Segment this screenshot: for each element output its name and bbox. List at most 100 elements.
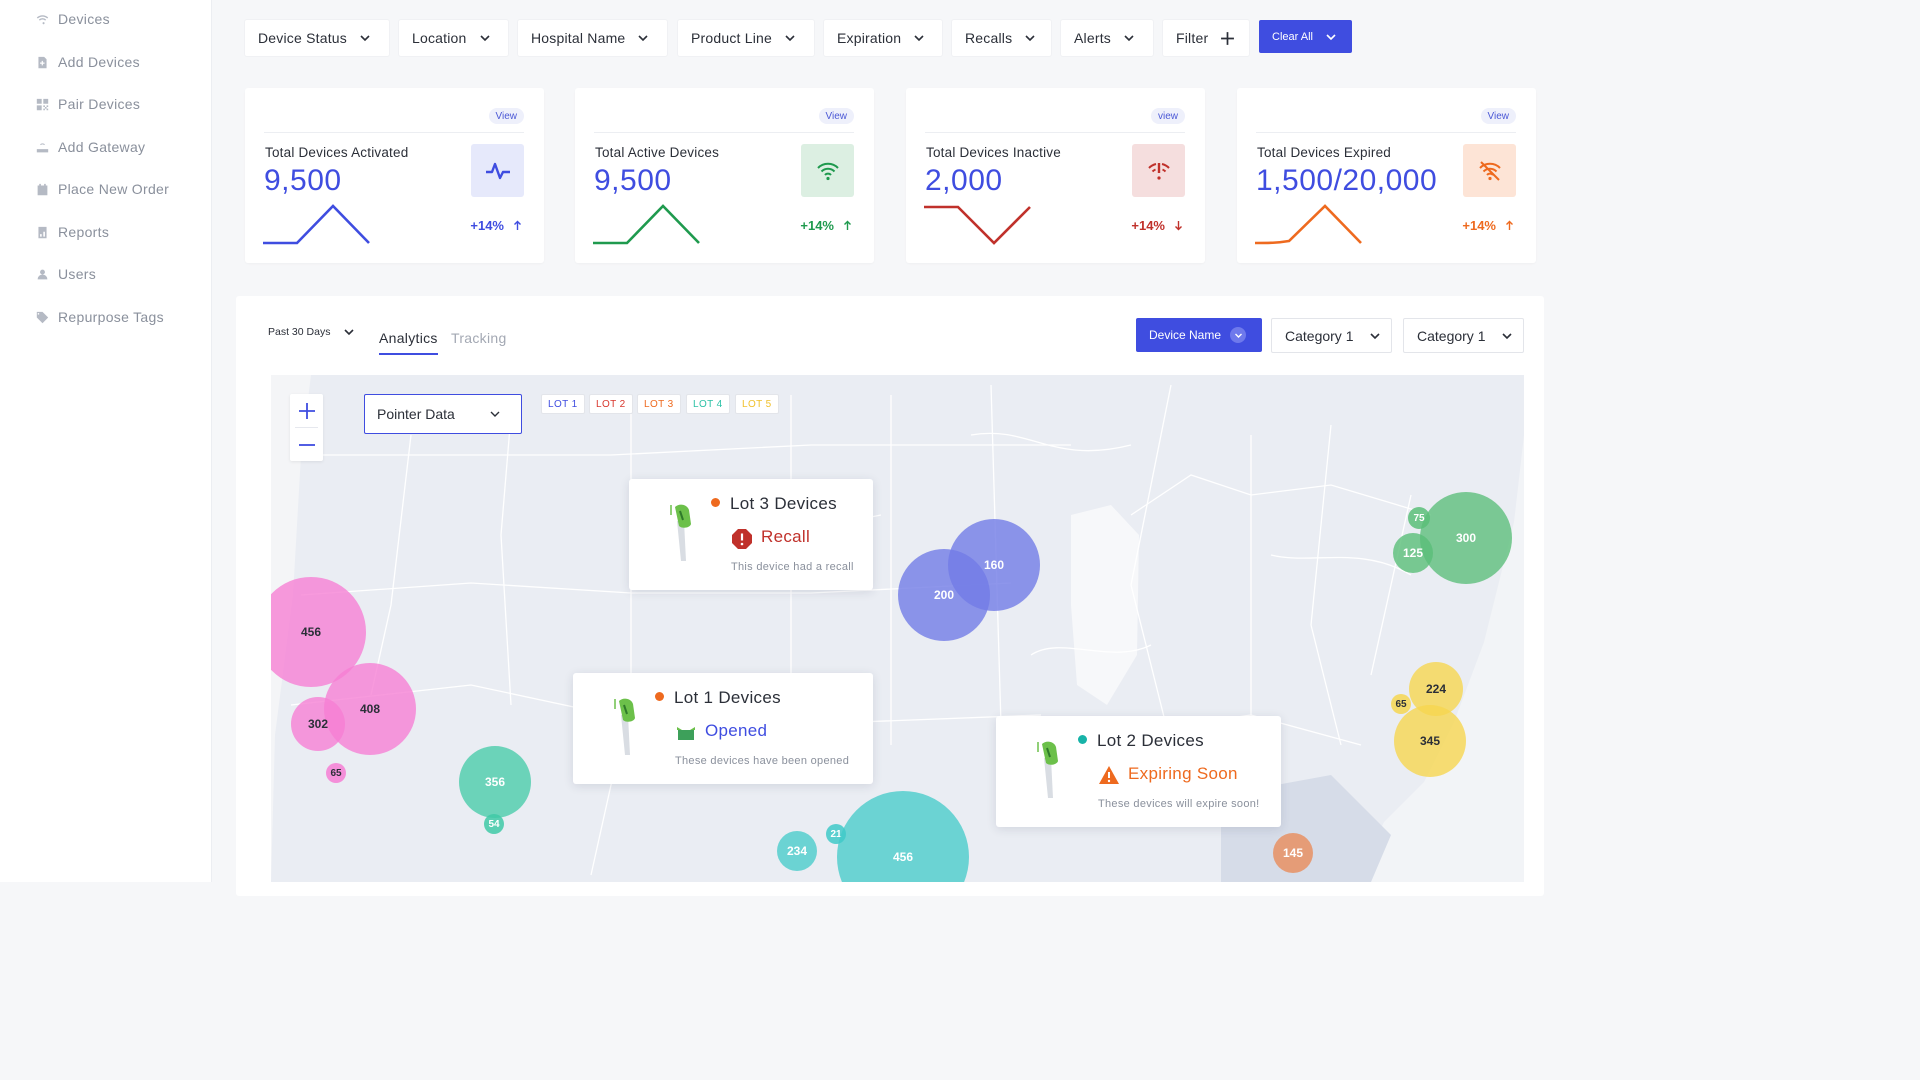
arrow-up-icon xyxy=(844,220,851,230)
map-bubble[interactable]: 234 xyxy=(777,831,817,871)
tab-analytics[interactable]: Analytics xyxy=(379,330,438,355)
arrow-down-icon xyxy=(1175,221,1182,231)
chevron-down-icon xyxy=(344,329,355,336)
users-icon xyxy=(37,269,48,279)
map-bubble[interactable]: 160 xyxy=(948,519,1040,611)
sidebar-item-label: Add Devices xyxy=(58,54,140,70)
map-bubble[interactable]: 345 xyxy=(1394,705,1466,777)
map-bubble[interactable]: 145 xyxy=(1273,833,1313,873)
sidebar-item-label: Users xyxy=(58,266,97,282)
chevron-down-icon xyxy=(490,411,500,417)
lot-chip-5[interactable]: LOT 5 xyxy=(735,394,779,414)
map-bubble[interactable]: 300 xyxy=(1420,492,1512,584)
filter-label: Hospital Name xyxy=(531,30,626,46)
sidebar-item-place-new-order[interactable]: Place New Order xyxy=(36,177,169,201)
clear-all-button[interactable]: Clear All xyxy=(1259,20,1352,53)
zoom-in-button[interactable] xyxy=(290,394,323,427)
category-select-1[interactable]: Category 1 xyxy=(1271,318,1392,353)
sidebar-item-users[interactable]: Users xyxy=(36,262,96,286)
clear-all-label: Clear All xyxy=(1272,30,1313,43)
sidebar-item-reports[interactable]: Reports xyxy=(36,220,109,244)
filter-add-button[interactable]: Filter xyxy=(1163,20,1249,56)
filter-label: Location xyxy=(412,30,467,46)
stat-icon-box xyxy=(471,144,524,197)
wifi-off-icon xyxy=(1478,160,1501,181)
sidebar-item-label: Repurpose Tags xyxy=(58,309,164,325)
warning-triangle-icon xyxy=(1099,766,1119,784)
view-button[interactable]: View xyxy=(488,108,524,124)
chevron-down-icon xyxy=(1025,35,1035,42)
map-bubble[interactable]: 356 xyxy=(459,746,531,818)
plus-icon xyxy=(298,402,315,419)
map-bubble[interactable]: 302 xyxy=(291,697,345,751)
device-name-button[interactable]: Device Name xyxy=(1136,318,1262,352)
sidebar-item-repurpose-tags[interactable]: Repurpose Tags xyxy=(36,305,164,329)
sidebar-item-add-devices[interactable]: Add Devices xyxy=(36,50,140,74)
popup-lot-3[interactable]: Lot 3 Devices Recall This device had a r… xyxy=(629,479,873,590)
popup-lot-1[interactable]: Lot 1 Devices Opened These devices have … xyxy=(573,673,873,784)
us-map[interactable]: Pointer Data LOT 1 LOT 2 LOT 3 LOT 4 LOT… xyxy=(271,375,1524,882)
map-bubble[interactable]: 75 xyxy=(1408,507,1430,529)
view-button[interactable]: View xyxy=(818,108,854,124)
category-select-2[interactable]: Category 1 xyxy=(1403,318,1524,353)
popup-lot-2[interactable]: Lot 2 Devices Expiring Soon These device… xyxy=(996,716,1281,827)
wifi-icon xyxy=(816,162,839,180)
view-button[interactable]: view xyxy=(1150,108,1185,124)
stat-card-inactive: view Total Devices Inactive 2,000 +14% xyxy=(906,88,1205,263)
stat-card-expired: View Total Devices Expired 1,500/20,000 … xyxy=(1237,88,1536,263)
arrow-up-icon xyxy=(1506,220,1513,230)
filter-device-status[interactable]: Device Status xyxy=(245,20,389,56)
zoom-out-button[interactable] xyxy=(290,428,323,461)
status-dot xyxy=(711,498,720,507)
lot-chip-3[interactable]: LOT 3 xyxy=(637,394,681,414)
view-button[interactable]: View xyxy=(1480,108,1516,124)
stat-value: 9,500 xyxy=(594,164,672,197)
sidebar-item-label: Devices xyxy=(58,11,110,27)
filter-product-line[interactable]: Product Line xyxy=(678,20,814,56)
filter-label: Expiration xyxy=(837,30,902,46)
sidebar-item-label: Place New Order xyxy=(58,181,170,197)
lot-chip-4[interactable]: LOT 4 xyxy=(686,394,730,414)
zoom-controls xyxy=(290,394,323,461)
stat-icon-box xyxy=(801,144,854,197)
opened-box-icon xyxy=(677,727,695,740)
date-range-select[interactable]: Past 30 Days xyxy=(268,326,355,338)
map-bubble[interactable]: 54 xyxy=(484,814,504,834)
lot-chip-2[interactable]: LOT 2 xyxy=(589,394,633,414)
stat-change-value: +14% xyxy=(800,218,834,233)
popup-description: These devices have been opened xyxy=(675,755,850,767)
lot-chip-1[interactable]: LOT 1 xyxy=(541,394,585,414)
filter-expiration[interactable]: Expiration xyxy=(824,20,942,56)
router-icon xyxy=(36,142,49,152)
trend-sparkline xyxy=(924,205,1031,245)
stat-card-active: View Total Active Devices 9,500 +14% xyxy=(575,88,874,263)
map-bubble[interactable]: 125 xyxy=(1393,533,1433,573)
sidebar-item-label: Reports xyxy=(58,224,110,240)
chevron-down-icon xyxy=(1326,33,1336,40)
category-label: Category 1 xyxy=(1417,327,1486,344)
chevron-down-icon xyxy=(785,35,795,42)
stat-value: 1,500/20,000 xyxy=(1256,164,1438,197)
activity-icon xyxy=(485,162,510,179)
calendar-icon xyxy=(37,183,48,195)
popup-description: This device had a recall xyxy=(731,561,854,573)
filter-label: Recalls xyxy=(965,30,1013,46)
map-bubble[interactable]: 65 xyxy=(1391,694,1411,714)
stat-value: 9,500 xyxy=(264,164,342,197)
stat-label: Total Devices Activated xyxy=(265,145,409,160)
sidebar-item-devices[interactable]: Devices xyxy=(36,7,110,31)
map-bubble[interactable]: 65 xyxy=(326,763,346,783)
filter-alerts[interactable]: Alerts xyxy=(1061,20,1153,56)
sidebar-item-pair-devices[interactable]: Pair Devices xyxy=(36,92,140,116)
recall-octagon-icon xyxy=(732,529,752,549)
tab-tracking[interactable]: Tracking xyxy=(451,330,507,353)
filter-hospital-name[interactable]: Hospital Name xyxy=(518,20,667,56)
filter-recalls[interactable]: Recalls xyxy=(952,20,1051,56)
chevron-down-icon xyxy=(360,35,370,42)
report-icon xyxy=(38,226,47,238)
filter-location[interactable]: Location xyxy=(399,20,508,56)
status-dot xyxy=(1078,735,1087,744)
sidebar-item-add-gateway[interactable]: Add Gateway xyxy=(36,135,145,159)
popup-title: Lot 1 Devices xyxy=(674,688,781,707)
pointer-data-select[interactable]: Pointer Data xyxy=(364,394,522,434)
